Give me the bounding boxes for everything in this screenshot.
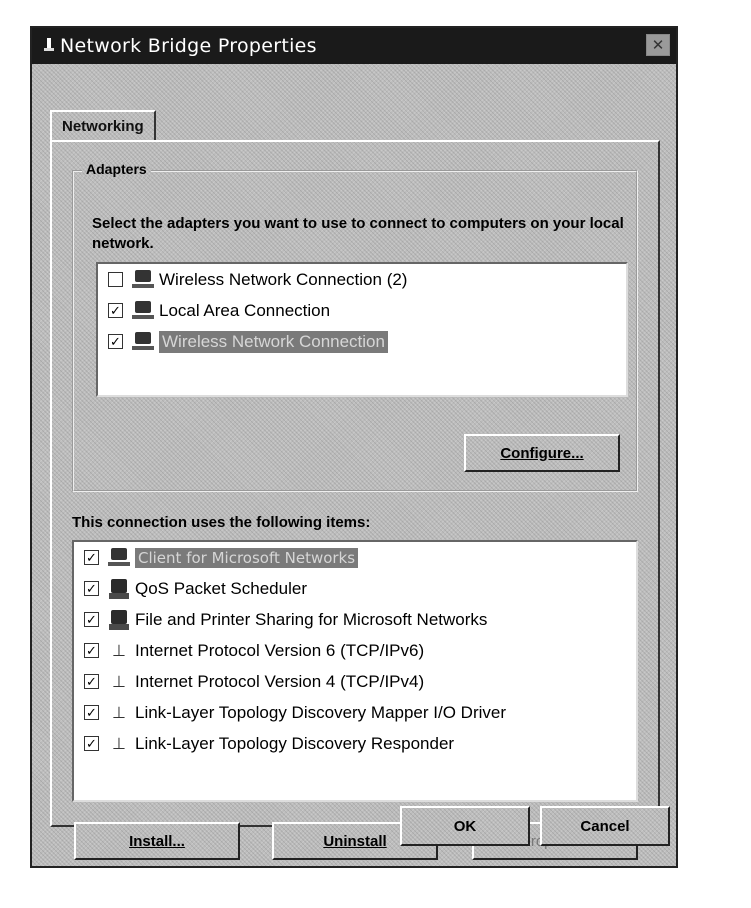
list-item[interactable]: ✓ QoS Packet Scheduler — [74, 573, 636, 604]
dialog-client-area: Networking Adapters Select the adapters … — [32, 64, 676, 866]
tab-networking-label: Networking — [62, 117, 144, 135]
network-bridge-icon — [44, 38, 54, 54]
install-button[interactable]: Install... — [74, 822, 240, 860]
adapter-row[interactable]: Wireless Network Connection (2) — [98, 264, 626, 295]
ok-button-label: OK — [453, 817, 477, 835]
close-button[interactable]: ✕ — [646, 34, 670, 56]
check-icon: ✓ — [86, 705, 97, 720]
service-icon — [107, 609, 131, 631]
item-label: File and Printer Sharing for Microsoft N… — [135, 609, 488, 629]
item-label: Link-Layer Topology Discovery Responder — [135, 733, 455, 753]
check-icon: ✓ — [86, 643, 97, 658]
list-item[interactable]: ✓ ⊥ Link-Layer Topology Discovery Respon… — [74, 728, 636, 759]
adapter-checkbox[interactable]: ✓ — [108, 303, 123, 318]
service-icon — [107, 578, 131, 600]
check-icon: ✓ — [86, 612, 97, 627]
check-icon: ✓ — [110, 334, 121, 349]
list-item[interactable]: ✓ ⊥ Link-Layer Topology Discovery Mapper… — [74, 697, 636, 728]
networking-tab-panel: Adapters Select the adapters you want to… — [50, 140, 660, 860]
install-button-label: Install... — [129, 832, 185, 850]
item-checkbox[interactable]: ✓ — [84, 674, 99, 689]
check-icon: ✓ — [86, 581, 97, 596]
check-icon: ✓ — [86, 736, 97, 751]
list-item[interactable]: ✓ ⊥ Internet Protocol Version 4 (TCP/IPv… — [74, 666, 636, 697]
configure-button-label: Configure... — [500, 444, 584, 462]
list-item[interactable]: ✓ Client for Microsoft Networks — [74, 542, 636, 573]
list-item[interactable]: ✓ File and Printer Sharing for Microsoft… — [74, 604, 636, 635]
check-icon: ✓ — [110, 303, 121, 318]
configure-button[interactable]: Configure... — [464, 434, 620, 472]
cancel-button[interactable]: Cancel — [540, 806, 670, 846]
item-label: Client for Microsoft Networks — [135, 547, 359, 568]
item-checkbox[interactable]: ✓ — [84, 550, 99, 565]
item-label: Internet Protocol Version 6 (TCP/IPv6) — [135, 640, 425, 660]
title-bar[interactable]: Network Bridge Properties ✕ — [32, 28, 676, 64]
adapters-group: Adapters Select the adapters you want to… — [72, 161, 638, 492]
item-checkbox[interactable]: ✓ — [84, 643, 99, 658]
close-icon: ✕ — [651, 37, 665, 54]
adapter-label: Wireless Network Connection (2) — [159, 269, 408, 289]
adapter-checkbox[interactable]: ✓ — [108, 334, 123, 349]
item-checkbox[interactable]: ✓ — [84, 736, 99, 751]
protocol-icon: ⊥ — [112, 642, 126, 660]
item-checkbox[interactable]: ✓ — [84, 581, 99, 596]
adapters-group-label: Adapters — [82, 161, 151, 177]
protocol-icon: ⊥ — [112, 673, 126, 691]
adapters-instruction: Select the adapters you want to use to c… — [92, 215, 624, 252]
check-icon: ✓ — [86, 674, 97, 689]
network-adapter-icon — [131, 331, 155, 353]
adapters-list[interactable]: Wireless Network Connection (2) ✓ Local … — [96, 262, 628, 397]
adapter-label: Local Area Connection — [159, 300, 331, 320]
client-icon — [107, 547, 131, 569]
item-label: Internet Protocol Version 4 (TCP/IPv4) — [135, 671, 425, 691]
list-item[interactable]: ✓ ⊥ Internet Protocol Version 6 (TCP/IPv… — [74, 635, 636, 666]
adapter-checkbox[interactable] — [108, 272, 123, 287]
adapter-row[interactable]: ✓ Local Area Connection — [98, 295, 626, 326]
item-label: Link-Layer Topology Discovery Mapper I/O… — [135, 702, 506, 722]
connection-items-list[interactable]: ✓ Client for Microsoft Networks ✓ QoS Pa… — [72, 540, 638, 802]
connection-items-caption: This connection uses the following items… — [72, 514, 371, 531]
cancel-button-label: Cancel — [580, 817, 630, 835]
item-checkbox[interactable]: ✓ — [84, 612, 99, 627]
network-bridge-properties-dialog: Network Bridge Properties ✕ Networking A… — [30, 26, 678, 868]
network-adapter-icon — [131, 269, 155, 291]
item-label: QoS Packet Scheduler — [135, 578, 307, 598]
network-adapter-icon — [131, 300, 155, 322]
protocol-icon: ⊥ — [112, 735, 126, 753]
item-checkbox[interactable]: ✓ — [84, 705, 99, 720]
adapter-row[interactable]: ✓ Wireless Network Connection — [98, 326, 626, 357]
ok-button[interactable]: OK — [400, 806, 530, 846]
check-icon: ✓ — [86, 550, 97, 565]
tab-networking[interactable]: Networking — [50, 110, 156, 140]
adapter-label: Wireless Network Connection — [159, 330, 388, 353]
window-title: Network Bridge Properties — [60, 35, 317, 57]
uninstall-button-label: Uninstall — [323, 832, 387, 850]
protocol-icon: ⊥ — [112, 704, 126, 722]
